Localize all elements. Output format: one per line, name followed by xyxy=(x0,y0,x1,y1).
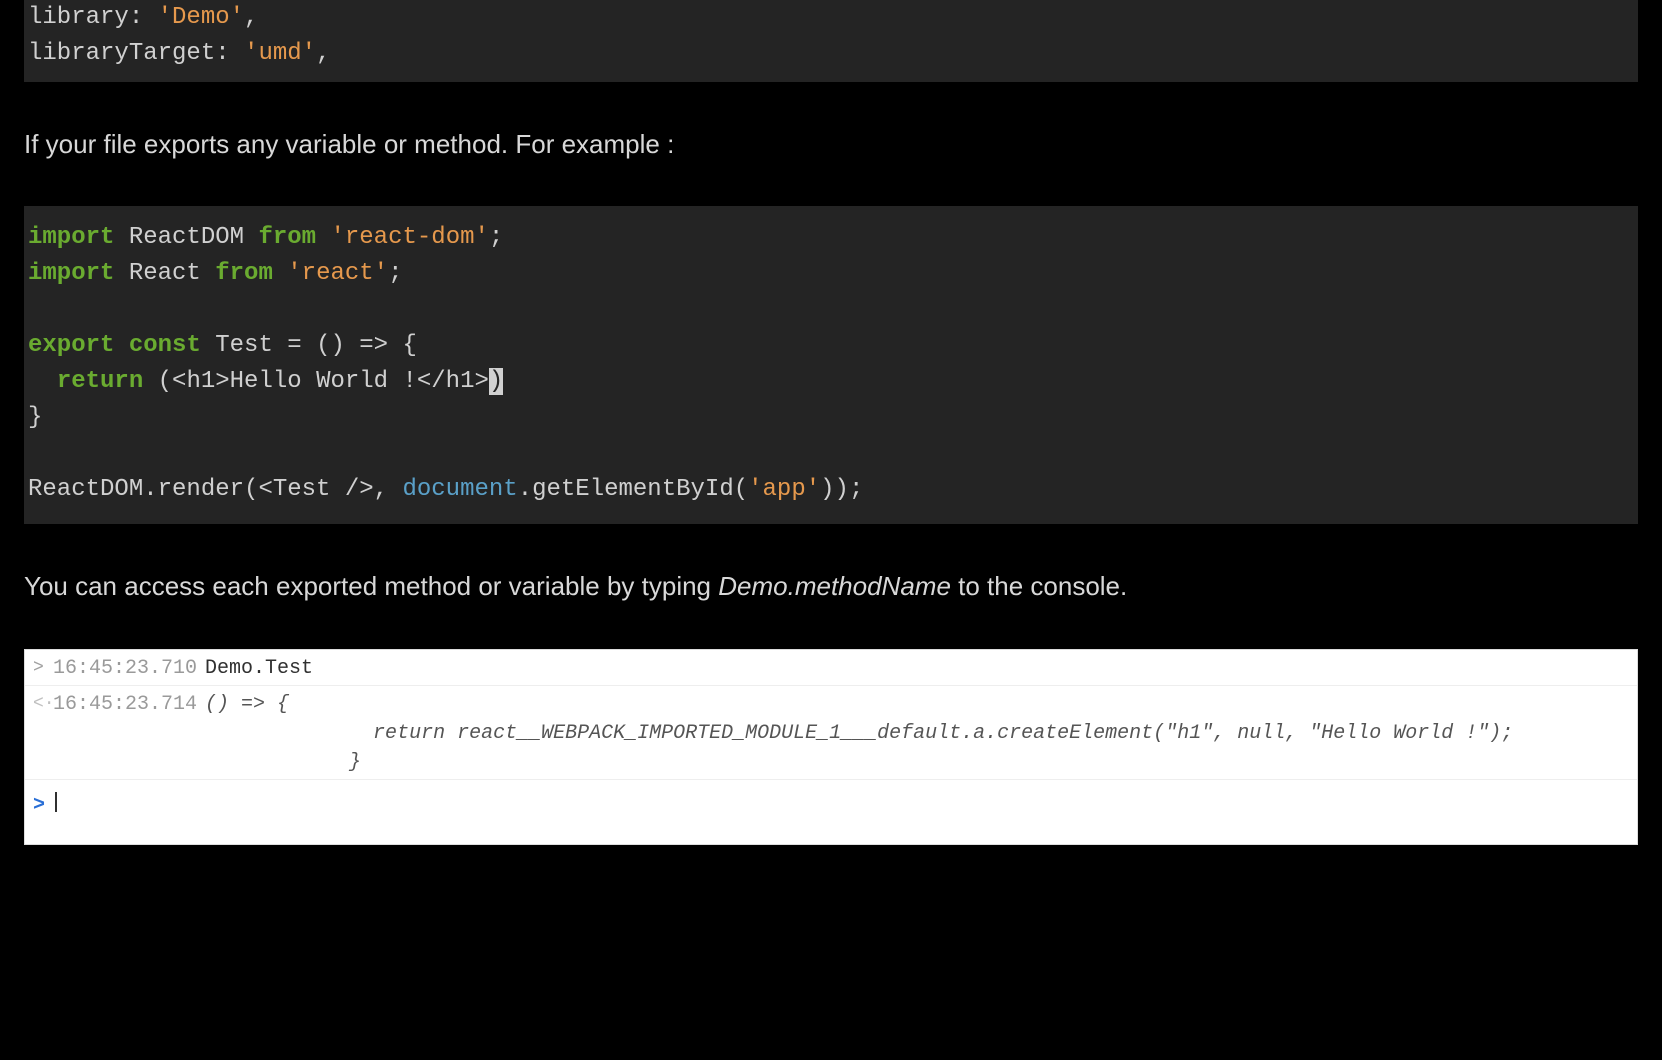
text: to the console. xyxy=(951,571,1127,601)
console-prompt-input[interactable] xyxy=(53,790,57,819)
devtools-console: > 16:45:23.710 Demo.Test <· 16:45:23.714… xyxy=(24,649,1638,845)
code-text xyxy=(316,224,330,251)
code-text xyxy=(273,260,287,287)
code-text: } xyxy=(28,404,42,431)
text-cursor-icon xyxy=(55,792,57,812)
article-body: library: 'Demo', libraryTarget: 'umd', I… xyxy=(0,0,1662,885)
code-text: ReactDOM xyxy=(114,224,258,251)
code-keyword: from xyxy=(258,224,316,251)
paragraph: You can access each exported method or v… xyxy=(24,568,1638,604)
console-prompt-row[interactable]: > xyxy=(25,780,1637,844)
code-text: ; xyxy=(388,260,402,287)
code-global: document xyxy=(402,476,517,503)
console-timestamp: 16:45:23.710 xyxy=(53,654,197,683)
code-text: Test = () => { xyxy=(201,332,417,359)
console-input-text: Demo.Test xyxy=(205,654,313,683)
code-text: .getElementById( xyxy=(518,476,748,503)
code-text xyxy=(28,368,57,395)
console-prompt-arrow-icon: > xyxy=(33,790,53,820)
code-text: ReactDOM.render(<Test />, xyxy=(28,476,402,503)
code-text: libraryTarget: xyxy=(28,40,244,67)
code-string: 'Demo' xyxy=(158,4,244,31)
console-row-input: > 16:45:23.710 Demo.Test xyxy=(25,650,1637,686)
code-text: ; xyxy=(489,224,503,251)
console-output-arrow-icon: <· xyxy=(33,690,53,717)
code-block-react-example: import ReactDOM from 'react-dom'; import… xyxy=(24,206,1638,524)
code-block-webpack-config: library: 'Demo', libraryTarget: 'umd', xyxy=(24,0,1638,82)
inline-code-italic: Demo.methodName xyxy=(718,571,951,601)
code-text: library: xyxy=(28,4,158,31)
code-text: )); xyxy=(820,476,863,503)
code-text: , xyxy=(316,40,330,67)
paragraph: If your file exports any variable or met… xyxy=(24,126,1638,162)
console-timestamp: 16:45:23.714 xyxy=(53,690,197,719)
console-input-arrow-icon: > xyxy=(33,654,53,681)
code-text: React xyxy=(114,260,215,287)
text: You can access each exported method or v… xyxy=(24,571,718,601)
code-text: , xyxy=(244,4,258,31)
code-string: 'react' xyxy=(287,260,388,287)
console-output-text: () => { return react__WEBPACK_IMPORTED_M… xyxy=(205,690,1513,777)
code-keyword: import xyxy=(28,224,114,251)
code-keyword: import xyxy=(28,260,114,287)
code-keyword: from xyxy=(215,260,273,287)
code-text xyxy=(114,332,128,359)
console-row-output: <· 16:45:23.714 () => { return react__WE… xyxy=(25,686,1637,780)
code-keyword: export xyxy=(28,332,114,359)
code-keyword: const xyxy=(129,332,201,359)
code-cursor-char: ) xyxy=(489,368,503,395)
code-string: 'app' xyxy=(748,476,820,503)
code-keyword: return xyxy=(57,368,143,395)
code-string: 'react-dom' xyxy=(330,224,488,251)
code-string: 'umd' xyxy=(244,40,316,67)
code-text: (<h1>Hello World !</h1> xyxy=(143,368,489,395)
